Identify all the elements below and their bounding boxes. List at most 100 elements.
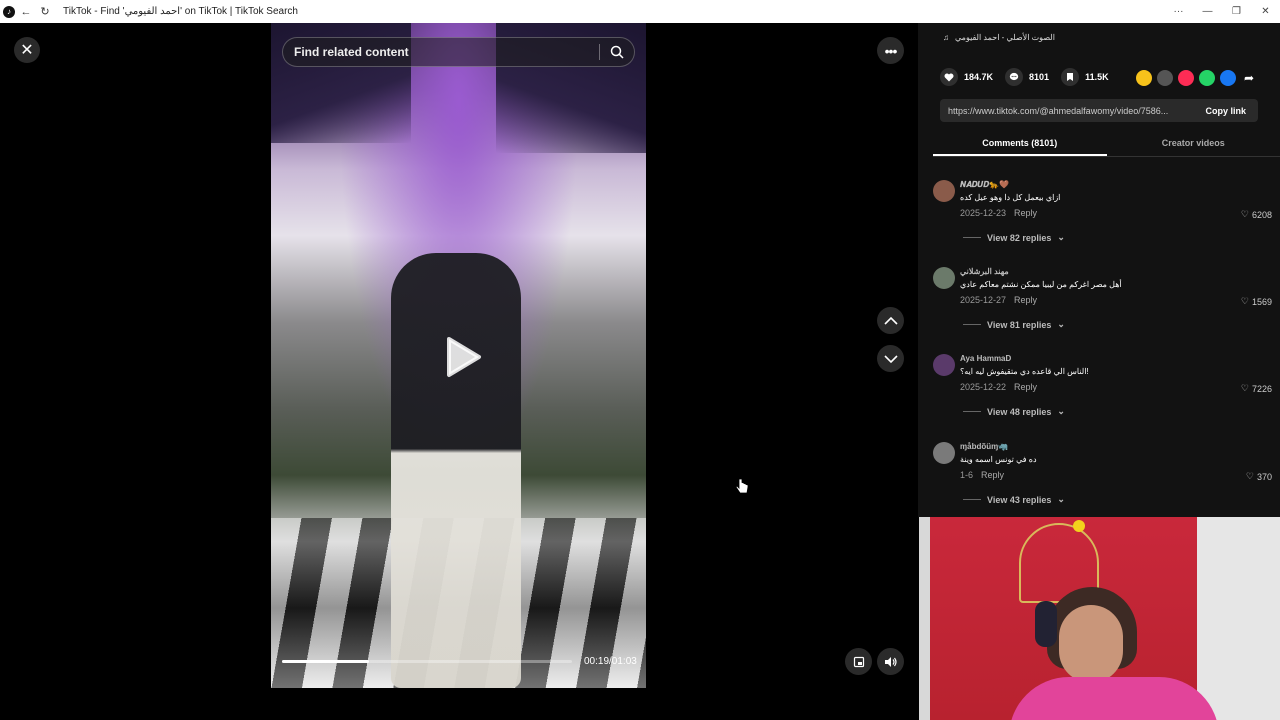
replies-line xyxy=(963,499,981,500)
comment-author[interactable]: Aya HammaD xyxy=(960,354,1011,363)
view-replies-button[interactable]: View 81 replies ⌄ xyxy=(963,319,1065,330)
copy-link-button[interactable]: Copy link xyxy=(1193,106,1258,116)
reply-button[interactable]: Reply xyxy=(1014,295,1037,305)
comment-icon[interactable] xyxy=(1005,68,1024,86)
comment-likes[interactable]: ♡ 370 xyxy=(1246,471,1272,482)
tab-creator-videos[interactable]: Creator videos xyxy=(1107,133,1280,156)
close-button[interactable]: ✕ xyxy=(14,37,40,63)
comment-meta: 2025-12-22 Reply xyxy=(960,382,1037,392)
webcam-smiley-lamp xyxy=(1073,520,1085,532)
reply-button[interactable]: Reply xyxy=(1014,382,1037,392)
comment-likes[interactable]: ♡ 7226 xyxy=(1241,383,1272,394)
webcam-person-face xyxy=(1059,605,1123,683)
view-replies-button[interactable]: View 43 replies ⌄ xyxy=(963,494,1065,505)
restore-icon[interactable]: ❐ xyxy=(1222,6,1251,17)
video-frame-dancer xyxy=(391,253,521,688)
play-icon[interactable] xyxy=(443,335,483,379)
comment-likes[interactable]: ♡ 1569 xyxy=(1241,296,1272,307)
tiktok-logo-icon: ♪ xyxy=(3,5,15,18)
back-icon[interactable]: ← xyxy=(18,0,34,23)
volume-button[interactable] xyxy=(877,648,904,675)
friends-share-icon[interactable] xyxy=(1136,70,1152,86)
view-replies-label: View 81 replies xyxy=(987,319,1052,330)
previous-video-button[interactable] xyxy=(877,307,904,334)
video-stage: ✕ ••• 00:19/01:03 xyxy=(0,23,918,720)
music-note-icon: ♫ xyxy=(943,33,949,42)
comment-count: 8101 xyxy=(1029,72,1050,82)
comment-author[interactable]: ɱåbdõüɱ🦏 xyxy=(960,442,1008,451)
view-replies-label: View 82 replies xyxy=(987,232,1052,243)
avatar[interactable] xyxy=(933,354,955,376)
window-close-icon[interactable]: ✕ xyxy=(1251,6,1280,17)
share-arrow-icon[interactable]: ➦ xyxy=(1241,70,1257,86)
search-icon[interactable] xyxy=(600,37,634,67)
video-link-url[interactable]: https://www.tiktok.com/@ahmedalfawomy/vi… xyxy=(940,106,1193,116)
chevron-up-icon xyxy=(883,316,898,325)
page-title: TikTok - Find 'احمد الفيومي' on TikTok |… xyxy=(63,6,298,17)
reply-button[interactable]: Reply xyxy=(981,470,1004,480)
heart-outline-icon: ♡ xyxy=(1240,296,1249,306)
video-player[interactable] xyxy=(271,23,646,688)
avatar[interactable] xyxy=(933,442,955,464)
chevron-down-icon: ⌄ xyxy=(1057,494,1065,504)
next-video-button[interactable] xyxy=(877,345,904,372)
avatar[interactable] xyxy=(933,180,955,202)
engagement-actions: 184.7K 8101 11.5K xyxy=(940,68,1115,86)
related-search-input[interactable] xyxy=(283,45,599,59)
avatar[interactable] xyxy=(933,267,955,289)
video-link-box: https://www.tiktok.com/@ahmedalfawomy/vi… xyxy=(940,99,1258,122)
comment-meta: 2025-12-27 Reply xyxy=(960,295,1037,305)
tab-comments[interactable]: Comments (8101) xyxy=(933,133,1107,156)
menu-icon[interactable]: ··· xyxy=(1164,6,1193,17)
headset-icon xyxy=(1035,601,1057,647)
comment-author[interactable]: 𝑵𝑨𝑫𝑼𝑫🐆🤎 xyxy=(960,180,1009,190)
facebook-icon[interactable] xyxy=(1220,70,1236,86)
mouse-cursor-hand-icon xyxy=(735,478,749,496)
webcam-person-shirt xyxy=(1009,677,1219,720)
view-replies-label: View 43 replies xyxy=(987,494,1052,505)
music-title: الصوت الأصلي - احمد الفيومي xyxy=(955,33,1055,42)
replies-line xyxy=(963,237,981,238)
browser-titlebar: ♪ ← ↻ TikTok - Find 'احمد الفيومي' on Ti… xyxy=(0,0,1280,23)
chevron-down-icon: ⌄ xyxy=(1057,319,1065,329)
view-replies-button[interactable]: View 82 replies ⌄ xyxy=(963,232,1065,243)
comment-like-count: 1569 xyxy=(1251,296,1272,307)
reply-button[interactable]: Reply xyxy=(1014,208,1037,218)
comment-like-count: 370 xyxy=(1256,471,1272,482)
chevron-down-icon: ⌄ xyxy=(1057,406,1065,416)
comment-text: ده في تونس اسمه وينة xyxy=(960,455,1037,464)
related-search-bar[interactable] xyxy=(282,37,635,67)
comment-text: أهل مصر اغركم من ليبيا ممكن نشتم معاكم ع… xyxy=(960,280,1122,289)
minimize-icon[interactable]: — xyxy=(1193,6,1222,17)
chevron-down-icon xyxy=(883,354,898,363)
video-progress-bar[interactable] xyxy=(282,660,572,663)
view-replies-button[interactable]: View 48 replies ⌄ xyxy=(963,406,1065,417)
pip-icon xyxy=(853,656,864,667)
send-share-icon[interactable] xyxy=(1178,70,1194,86)
whatsapp-icon[interactable] xyxy=(1199,70,1215,86)
comment-author[interactable]: مهند البرشلاني xyxy=(960,267,1009,276)
embed-code-icon[interactable] xyxy=(1157,70,1173,86)
picture-in-picture-button[interactable] xyxy=(845,648,872,675)
more-options-button[interactable]: ••• xyxy=(877,37,904,64)
comment-date: 2025-12-27 xyxy=(960,295,1007,305)
reload-icon[interactable]: ↻ xyxy=(37,0,53,23)
chevron-down-icon: ⌄ xyxy=(1057,232,1065,242)
heart-outline-icon: ♡ xyxy=(1240,209,1249,219)
replies-line xyxy=(963,411,981,412)
heart-outline-icon: ♡ xyxy=(1240,383,1249,393)
view-replies-label: View 48 replies xyxy=(987,406,1052,417)
comment-likes[interactable]: ♡ 6208 xyxy=(1241,209,1272,220)
like-count: 184.7K xyxy=(964,72,994,82)
comment-date: 2025-12-23 xyxy=(960,208,1007,218)
share-options: ➦ xyxy=(1136,70,1257,86)
comment-text: ازاي بيعمل كل دا وهو عيل كده xyxy=(960,193,1061,202)
music-row[interactable]: ♫ الصوت الأصلي - احمد الفيومي xyxy=(943,33,1055,42)
comment-like-count: 7226 xyxy=(1251,383,1272,394)
comment-text: الناس الي قاعده دي متقيفوش ليه ايه؟! xyxy=(960,367,1089,376)
window-controls: ··· — ❐ ✕ xyxy=(1164,0,1280,23)
video-time: 00:19/01:03 xyxy=(584,656,637,667)
bookmark-icon[interactable] xyxy=(1061,68,1080,86)
like-heart-icon[interactable] xyxy=(940,68,958,86)
volume-icon xyxy=(884,656,897,667)
